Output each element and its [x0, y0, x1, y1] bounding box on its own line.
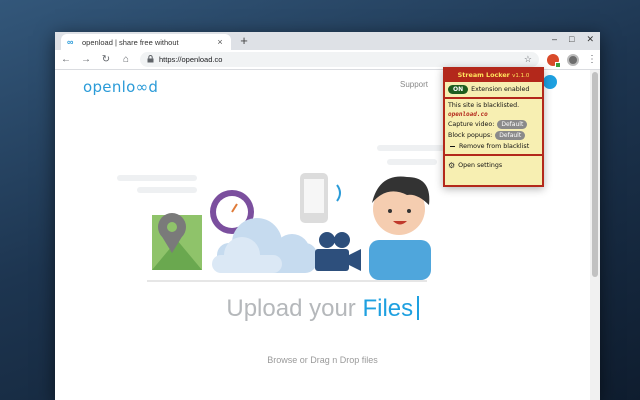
tab-openload[interactable]: ∞ openload | share free without ×	[61, 34, 231, 50]
upload-heading: Upload your Files	[55, 295, 590, 323]
extension-badge	[555, 61, 561, 68]
minus-icon	[450, 145, 455, 148]
extension-toggle[interactable]: ON	[448, 85, 469, 94]
tab-strip: ∞ openload | share free without × + – □ …	[55, 32, 600, 50]
profile-avatar[interactable]	[567, 53, 579, 66]
chat-bubble[interactable]	[543, 75, 557, 89]
popup-version: v1.1.0	[512, 73, 530, 79]
tab-close-icon[interactable]: ×	[215, 37, 225, 47]
remove-from-blacklist-button[interactable]: Remove from blacklist	[448, 141, 539, 152]
site-domain: openload.co	[448, 111, 488, 118]
forward-button[interactable]: →	[80, 54, 92, 65]
scrollbar-thumb[interactable]	[592, 72, 598, 277]
text-caret	[417, 296, 419, 320]
browse-drop-zone[interactable]: Browse or Drag n Drop files	[55, 355, 590, 365]
stream-locker-extension-icon[interactable]	[547, 53, 561, 68]
settings-section: ⚙ Open settings	[445, 156, 542, 173]
address-bar[interactable]: https://openload.co ☆	[140, 52, 539, 67]
upload-heading-accent: Files	[362, 295, 414, 322]
upload-heading-prefix: Upload your	[226, 295, 363, 322]
maximize-button[interactable]: □	[569, 34, 574, 45]
popup-header: Stream Locker v1.1.0	[445, 69, 542, 82]
site-section: This site is blacklisted. openload.co Ca…	[445, 99, 542, 156]
capture-video-select[interactable]: Default	[497, 120, 528, 129]
open-settings-label: Open settings	[458, 162, 503, 169]
window-controls: – □ ✕	[552, 34, 594, 45]
open-settings-button[interactable]: ⚙ Open settings	[448, 160, 539, 171]
home-button[interactable]: ⌂	[120, 54, 132, 65]
close-window-button[interactable]: ✕	[586, 34, 594, 45]
browser-menu-icon[interactable]: ⋮	[587, 54, 597, 65]
openload-logo[interactable]: openlo∞d	[83, 78, 158, 96]
bookmark-star-icon[interactable]: ☆	[524, 54, 532, 65]
hero-illustration	[117, 145, 447, 282]
gear-icon: ⚙	[448, 161, 456, 170]
openload-favicon-icon: ∞	[67, 37, 74, 47]
lock-icon	[147, 54, 154, 65]
remove-from-blacklist-label: Remove from blacklist	[459, 143, 530, 150]
back-button[interactable]: ←	[60, 54, 72, 65]
toggle-section: ON Extension enabled	[445, 82, 542, 99]
popup-title: Stream Locker	[457, 71, 510, 79]
support-link[interactable]: Support	[400, 80, 428, 89]
page-scrollbar[interactable]	[590, 70, 600, 400]
stream-locker-popup: Stream Locker v1.1.0 ON Extension enable…	[443, 67, 544, 187]
minimize-button[interactable]: –	[552, 34, 557, 45]
capture-video-label: Capture video:	[448, 121, 495, 128]
block-popups-label: Block popups:	[448, 132, 493, 139]
extension-status-label: Extension enabled	[471, 86, 530, 93]
blacklist-status: This site is blacklisted.	[448, 102, 520, 109]
block-popups-select[interactable]: Default	[495, 131, 526, 140]
new-tab-button[interactable]: +	[237, 34, 251, 48]
reload-button[interactable]: ↻	[100, 54, 112, 65]
url-text[interactable]: https://openload.co	[159, 55, 519, 64]
tab-title: openload | share free without	[82, 37, 179, 47]
